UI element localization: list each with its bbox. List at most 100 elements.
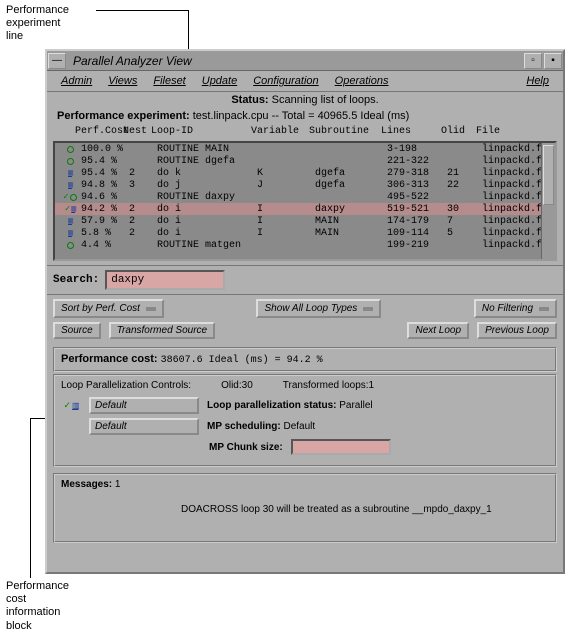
table-row[interactable]: ▥94.8 %3do jJdgefa306-31322linpackd.f — [55, 179, 541, 191]
transformed-source-button[interactable]: Transformed Source — [109, 322, 215, 339]
cell-file: linpackd.f — [482, 168, 542, 179]
check-icon: ✓ — [63, 400, 71, 411]
minimize-button[interactable]: ▫ — [524, 53, 542, 69]
chunk-size-input[interactable] — [291, 439, 391, 455]
search-row: Search: — [47, 265, 563, 295]
cell-nest: 2 — [129, 228, 157, 239]
menu-help[interactable]: Help — [518, 73, 557, 89]
chunk-label: MP Chunk size: — [209, 442, 283, 453]
cell-lines: 279-318 — [387, 168, 447, 179]
messages-label: Messages: — [61, 479, 112, 490]
cell-lines: 495-522 — [387, 192, 447, 203]
cell-lines: 519-521 — [387, 204, 447, 215]
cell-lines: 199-219 — [387, 240, 447, 251]
circle-icon — [59, 242, 81, 249]
scrollbar-thumb[interactable] — [543, 145, 554, 205]
col-perfcost: Perf.Cost — [75, 126, 123, 137]
cell-olid: 22 — [447, 180, 482, 191]
table-row[interactable]: ▥5.8 %2do iIMAIN109-1145linpackd.f — [55, 227, 541, 239]
cell-nest: 2 — [129, 168, 157, 179]
table-row[interactable]: ▥95.4 %2do kKdgefa279-31821linpackd.f — [55, 167, 541, 179]
menu-configuration[interactable]: Configuration — [245, 73, 326, 89]
cell-lines: 3-198 — [387, 144, 447, 155]
cell-sub: dgefa — [315, 168, 387, 179]
cell-pc: 95.4 % — [81, 156, 129, 167]
cell-loop: ROUTINE daxpy — [157, 192, 257, 203]
cell-lines: 306-313 — [387, 180, 447, 191]
scheduling-label: MP scheduling: — [207, 421, 281, 432]
bars-icon: ▥ — [59, 216, 81, 226]
pe-text: test.linpack.cpu -- Total = 40965.5 Idea… — [193, 110, 410, 122]
table-row[interactable]: 4.4 %ROUTINE matgen199-219linpackd.f — [55, 239, 541, 251]
cell-olid: 21 — [447, 168, 482, 179]
menu-operations[interactable]: Operations — [327, 73, 397, 89]
cell-pc: 5.8 % — [81, 228, 129, 239]
scrollbar-vertical[interactable] — [541, 143, 555, 259]
cell-loop: do i — [157, 216, 257, 227]
menu-views[interactable]: Views — [100, 73, 145, 89]
search-input[interactable] — [105, 270, 225, 290]
table-row[interactable]: 100.0 %ROUTINE MAIN3-198linpackd.f — [55, 143, 541, 155]
loop-list[interactable]: 100.0 % ROUTINE MAIN 3-198 linpackd.f 95.4 %… — [53, 141, 557, 261]
cell-sub: MAIN — [315, 216, 387, 227]
main-window: — Parallel Analyzer View ▫ ▪ Admin Views… — [45, 49, 565, 574]
next-loop-button[interactable]: Next Loop — [407, 322, 469, 339]
filtering-button[interactable]: No Filtering — [474, 299, 557, 318]
menu-admin[interactable]: Admin — [53, 73, 100, 89]
previous-loop-button[interactable]: Previous Loop — [477, 322, 557, 339]
cell-var: I — [257, 228, 315, 239]
table-row[interactable]: ✓94.6 %ROUTINE daxpy495-522linpackd.f — [55, 191, 541, 203]
message-text: DOACROSS loop 30 will be treated as a su… — [61, 490, 549, 515]
messages-count: 1 — [115, 479, 121, 490]
status-text: Scanning list of loops. — [272, 94, 379, 106]
cell-lines: 109-114 — [387, 228, 447, 239]
menu-update[interactable]: Update — [194, 73, 245, 89]
show-types-button[interactable]: Show All Loop Types — [256, 299, 381, 318]
menubar: Admin Views Fileset Update Configuration… — [47, 71, 563, 92]
bars-icon: ▥ — [59, 180, 81, 190]
loop-parallelization-controls: Loop Parallelization Controls: Olid:30 T… — [53, 374, 557, 467]
sort-button[interactable]: Sort by Perf. Cost — [53, 299, 164, 318]
col-variable: Variable — [251, 126, 309, 137]
source-button-row: Source Transformed Source Next Loop Prev… — [47, 322, 563, 343]
cell-lines: 174-179 — [387, 216, 447, 227]
annotation-line — [30, 418, 31, 578]
table-row[interactable]: ▥57.9 %2do iIMAIN174-1797linpackd.f — [55, 215, 541, 227]
menu-fileset[interactable]: Fileset — [145, 73, 193, 89]
table-row[interactable]: ✓▥94.2 %2do iIdaxpy519-52130linpackd.f — [55, 203, 541, 215]
table-row[interactable]: 95.4 %ROUTINE dgefa221-322linpackd.f — [55, 155, 541, 167]
annotation-line — [96, 10, 188, 11]
cell-loop: do i — [157, 204, 257, 215]
col-nest: Nest — [123, 126, 151, 137]
col-subroutine: Subroutine — [309, 126, 381, 137]
col-file: File — [476, 126, 557, 137]
col-lines: Lines — [381, 126, 441, 137]
cell-loop: do k — [157, 168, 257, 179]
cell-loop: ROUTINE dgefa — [157, 156, 257, 167]
perf-experiment-line: Performance experiment: test.linpack.cpu… — [47, 108, 563, 124]
check-circle-icon: ✓ — [59, 192, 81, 202]
cell-pc: 100.0 % — [81, 144, 129, 155]
scheduling-default-button[interactable]: Default — [89, 418, 199, 435]
cell-nest: 2 — [129, 204, 157, 215]
cell-file: linpackd.f — [482, 180, 542, 191]
cell-file: linpackd.f — [482, 216, 542, 227]
cell-loop: ROUTINE MAIN — [157, 144, 257, 155]
bars-icon: ▥ — [59, 168, 81, 178]
cell-loop: do j — [157, 180, 257, 191]
dropdown-icon — [539, 307, 549, 311]
cell-pc: 94.8 % — [81, 180, 129, 191]
parallel-default-button[interactable]: Default — [89, 397, 199, 414]
annotation-bottom: Performance cost information block — [6, 580, 69, 633]
cell-pc: 94.6 % — [81, 192, 129, 203]
circle-icon — [59, 158, 81, 165]
parallel-status-value: Parallel — [339, 400, 372, 411]
cell-sub: daxpy — [315, 204, 387, 215]
window-title: Parallel Analyzer View — [67, 54, 523, 68]
maximize-button[interactable]: ▪ — [544, 53, 562, 69]
source-button[interactable]: Source — [53, 322, 101, 339]
lpc-header: Loop Parallelization Controls: — [61, 380, 191, 391]
performance-cost-block: Performance cost: 38607.6 Ideal (ms) = 9… — [53, 347, 557, 372]
col-loopid: Loop-ID — [151, 126, 251, 137]
window-menu-button[interactable]: — — [48, 53, 66, 69]
